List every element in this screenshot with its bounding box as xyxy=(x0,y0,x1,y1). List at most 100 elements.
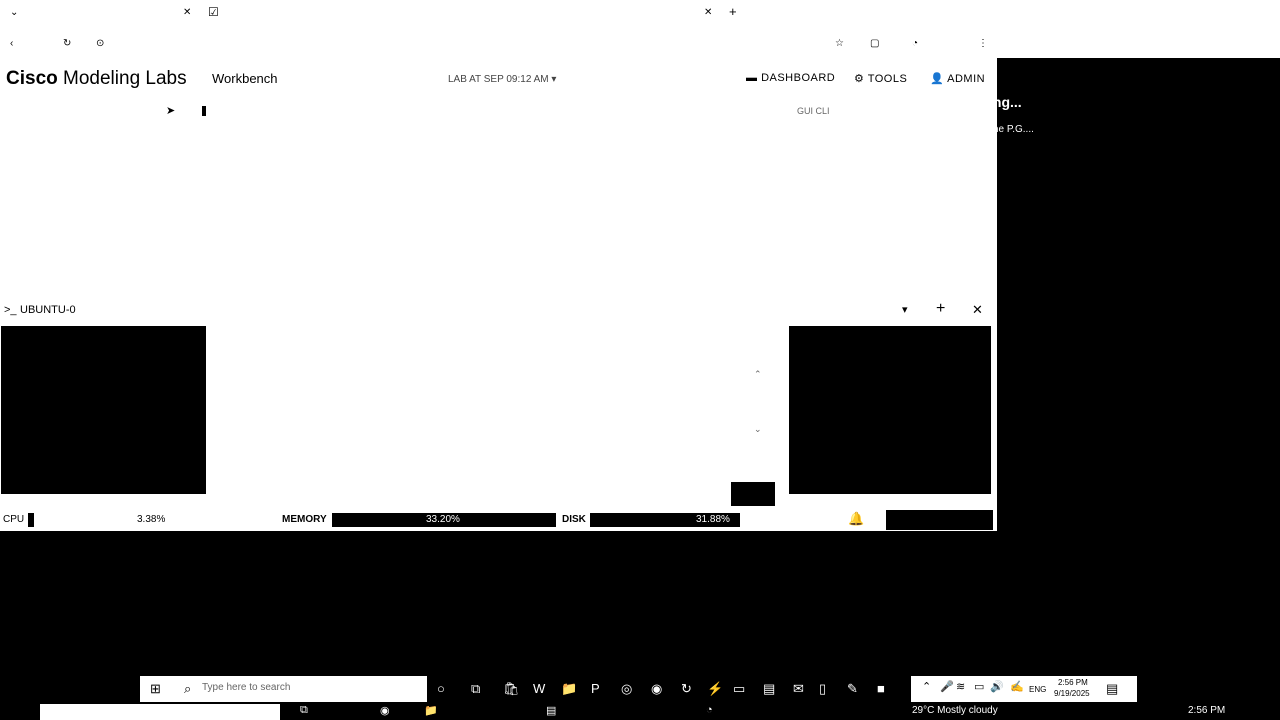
document-app-icon[interactable]: ▯ xyxy=(819,681,826,697)
mic-icon: · xyxy=(248,124,252,135)
refresh-app-icon[interactable]: ↻ xyxy=(681,681,692,697)
battery-icon[interactable]: ▭ xyxy=(974,680,984,693)
participant-tile-name: 4299 - Wijesing... xyxy=(909,94,1022,110)
terminal-app-icon[interactable]: ▤ xyxy=(763,681,775,697)
pointer-tool-icon[interactable]: ➤ xyxy=(166,104,175,117)
window-app-icon[interactable]: ▭ xyxy=(733,681,745,697)
acrobat-icon[interactable]: ⚡ xyxy=(707,681,723,697)
folder-icon[interactable]: 📁 xyxy=(424,704,438,717)
participant-tile-name: 3905 Dissanaya... xyxy=(777,94,893,110)
chrome-icon[interactable]: ◉ xyxy=(380,704,390,717)
wifi-icon[interactable]: ≋ xyxy=(956,680,965,693)
outer-clock-time[interactable]: 2:56 PM xyxy=(1188,705,1225,716)
back-icon[interactable]: ‹ xyxy=(10,38,13,49)
console-action-button[interactable] xyxy=(731,482,775,506)
address-bar[interactable]: ‹ ↻ ⊙ ☆ ▢ ◔ ⋮ xyxy=(0,28,1280,58)
browser-menu-icon[interactable]: ⋮ xyxy=(978,38,988,49)
scroll-down-icon[interactable]: ⌄ xyxy=(754,424,762,435)
powerpoint-icon[interactable]: P xyxy=(591,681,600,696)
word-icon[interactable]: W xyxy=(533,681,545,696)
new-tab-icon[interactable]: + xyxy=(729,4,737,19)
tray-chevron-icon[interactable]: ⌃ xyxy=(922,680,931,693)
cpu-value: 3.38% xyxy=(137,514,166,525)
gui-cli-toggle[interactable]: GUI CLI xyxy=(797,106,830,116)
participant-label: · 4044 Lakshani PNK xyxy=(248,124,349,135)
user-icon: 👤 xyxy=(930,73,945,85)
terminal-pane-left[interactable] xyxy=(1,326,206,494)
cortana-icon[interactable]: ○ xyxy=(437,681,445,696)
memory-value: 33.20% xyxy=(426,514,460,525)
reload-icon[interactable]: ↻ xyxy=(63,38,71,49)
nav-tools[interactable]: ⚙ TOOLS xyxy=(854,72,907,85)
participant-label: · 4009 Karunarathna T... xyxy=(514,124,628,135)
gear-icon: ⚙ xyxy=(854,73,865,85)
disk-label: DISK xyxy=(562,514,586,525)
mic-icon: · xyxy=(381,124,385,135)
participant-tile-name: 4044 Lakshani P... xyxy=(242,94,361,110)
shared-taskbar: ⊞ ⌕ Type here to search ○ ⧉ 🛍 W 📁 P ◎ ◉ … xyxy=(140,676,1137,702)
mic-icon: · xyxy=(647,124,651,135)
windows-start-icon[interactable]: ⊞ xyxy=(150,681,161,697)
cml-brand[interactable]: Cisco Modeling Labs xyxy=(6,68,187,90)
lab-title-dropdown[interactable]: LAB AT SEP 09:12 AM ▾ xyxy=(448,74,556,85)
participant-label: · 3905 Dissanayaka D.M... xyxy=(779,124,903,135)
mail-icon[interactable]: ✉ xyxy=(793,681,804,697)
console-title: UBUNTU-0 xyxy=(20,304,76,316)
language-indicator[interactable]: ENG xyxy=(1029,685,1046,694)
dashboard-icon: ▬ xyxy=(746,72,758,84)
task-view-icon[interactable]: ⧉ xyxy=(471,681,480,697)
store-icon[interactable]: 🛍 xyxy=(503,681,520,697)
profile-icon[interactable]: ◔ xyxy=(912,38,918,49)
bookmark-star-icon[interactable]: ☆ xyxy=(835,38,844,49)
chevron-down-icon: ▾ xyxy=(551,74,557,85)
terminal-pane-right[interactable] xyxy=(789,326,991,494)
weather-text[interactable]: 29°C Mostly cloudy xyxy=(912,705,998,716)
tab-close-icon[interactable]: ✕ xyxy=(704,7,712,18)
clock-time[interactable]: 2:56 PM xyxy=(1058,678,1088,687)
participant-label: · 4043 Lakshani KKAP xyxy=(647,124,754,135)
volume-icon[interactable]: 🔊 xyxy=(990,680,1004,693)
participant-label: · 3820 Amarathunga ATS xyxy=(381,124,499,135)
console-header: >_ UBUNTU-0 ▾ + ✕ xyxy=(0,300,1280,320)
cpu-label: CPU xyxy=(3,514,25,525)
tab-dropdown-icon[interactable]: ⌄ xyxy=(10,7,18,18)
task-view-icon[interactable]: ⧉ xyxy=(300,704,308,717)
app-icon[interactable]: ■ xyxy=(877,681,885,696)
memory-label: MEMORY xyxy=(282,514,327,525)
participant-tile-name: 3820 Amarathu... xyxy=(378,94,490,110)
chrome-icon[interactable]: ◎ xyxy=(621,681,632,697)
outer-search-box[interactable] xyxy=(40,704,280,720)
workbench-title: Workbench xyxy=(212,71,278,86)
scroll-up-icon[interactable]: ⌃ xyxy=(754,369,762,380)
participant-label: · 4299 - Wijesinghe P.G.... xyxy=(912,124,1034,135)
mic-tray-icon[interactable]: 🎤 xyxy=(940,680,954,693)
site-info-icon[interactable]: ⊙ xyxy=(96,38,104,49)
nav-admin[interactable]: 👤 ADMIN xyxy=(930,72,985,85)
stats-badge xyxy=(886,510,993,530)
add-console-icon[interactable]: + xyxy=(936,300,945,318)
shared-screen-browser: ⌄ ✕ ☑ ✕ + ‹ ↻ ⊙ ☆ ▢ ◔ ⋮ Cisco Modeling L… xyxy=(0,0,1280,531)
extensions-icon[interactable]: ▢ xyxy=(870,38,879,49)
outer-taskbar: ⧉ ◉ 📁 ▤ ◔ 29°C Mostly cloudy 2:56 PM xyxy=(0,702,1280,720)
participant-avatar-initial: N xyxy=(560,87,579,117)
folder-icon[interactable]: 📁 xyxy=(561,681,577,697)
nav-dashboard[interactable]: ▬ DASHBOARD xyxy=(746,72,835,84)
taskbar-search-input[interactable]: Type here to search xyxy=(202,682,290,693)
app-icon[interactable]: ▤ xyxy=(546,704,556,717)
bell-icon[interactable]: 🔔 xyxy=(848,511,864,527)
chrome-icon[interactable]: ◉ xyxy=(651,681,662,697)
clock-date[interactable]: 9/19/2025 xyxy=(1054,689,1090,698)
terminal-icon: >_ xyxy=(4,304,17,316)
resource-stats-bar: CPU 3.38% MEMORY 33.20% DISK 31.88% 🔔 xyxy=(0,508,1280,530)
clock-app-icon[interactable]: ◔ xyxy=(706,704,713,716)
mic-icon: · xyxy=(912,124,916,135)
draw-app-icon[interactable]: ✎ xyxy=(847,681,858,697)
notifications-icon[interactable]: ▤ xyxy=(1106,681,1118,697)
tab-favicon-icon: ☑ xyxy=(208,5,219,19)
close-console-icon[interactable]: ✕ xyxy=(972,302,983,318)
taskbar-apps: ○ ⧉ 🛍 W 📁 P ◎ ◉ ↻ ⚡ ▭ ▤ ✉ ▯ ✎ ■ xyxy=(427,676,911,702)
tab-close-icon[interactable]: ✕ xyxy=(183,7,191,18)
toolbar-marker xyxy=(202,106,206,116)
pen-icon[interactable]: ✍ xyxy=(1010,680,1024,693)
chevron-down-icon[interactable]: ▾ xyxy=(902,303,908,316)
